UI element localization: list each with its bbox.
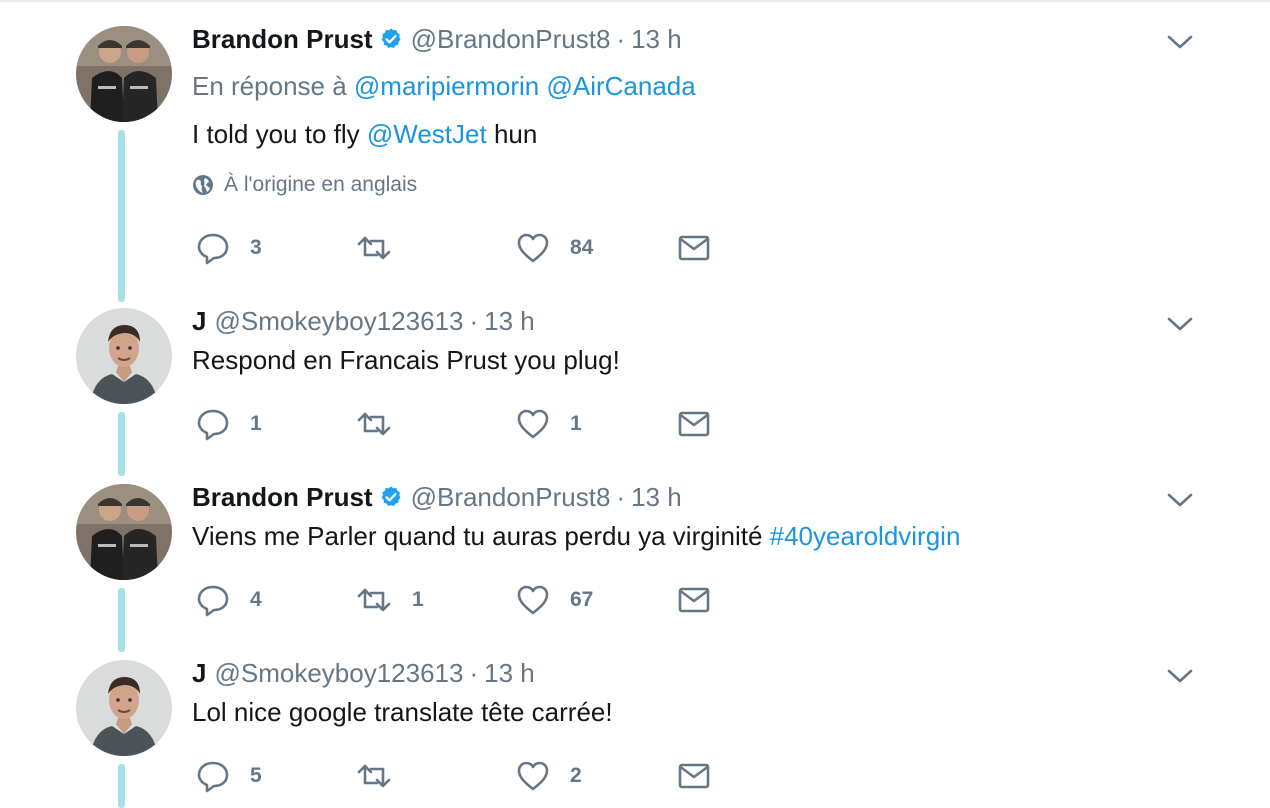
user-name[interactable]: J [192, 306, 206, 337]
direct-message-button[interactable] [678, 228, 710, 268]
verified-badge-icon [381, 486, 401, 506]
separator-dot: · [469, 657, 479, 688]
user-name[interactable]: Brandon Prust [192, 482, 373, 513]
tweet-text-part: hun [486, 119, 538, 149]
tweet-header: Brandon Prust @BrandonPrust8 · 13 h [192, 481, 682, 513]
user-handle[interactable]: @BrandonPrust8 [411, 482, 611, 513]
globe-icon [193, 175, 213, 195]
user-name[interactable]: J [192, 658, 206, 689]
tweet-text: Lol nice google translate tête carrée! [192, 697, 613, 727]
thread-line [118, 130, 125, 302]
direct-message-button[interactable] [678, 580, 710, 620]
thread-line [118, 412, 125, 476]
thread-line [118, 764, 125, 808]
like-count: 84 [570, 236, 594, 259]
retweet-button[interactable] [356, 756, 412, 796]
retweet-button[interactable] [356, 404, 412, 444]
like-button[interactable]: 84 [516, 228, 593, 268]
tweet-actions: 3 84 [192, 228, 732, 268]
heart-icon [517, 761, 549, 791]
reply-count: 4 [250, 588, 262, 611]
envelope-icon [678, 587, 710, 613]
chevron-down-icon[interactable] [1166, 490, 1194, 510]
avatar[interactable] [76, 660, 172, 756]
mention-link[interactable]: @WestJet [367, 119, 487, 149]
tweet-header: J @Smokeyboy123613 · 13 h [192, 657, 535, 689]
reply-count: 5 [250, 764, 262, 787]
mention-link[interactable]: @maripiermorin [354, 71, 539, 101]
reply-icon [197, 409, 229, 441]
like-button[interactable]: 2 [516, 756, 582, 796]
avatar[interactable] [76, 308, 172, 404]
direct-message-button[interactable] [678, 404, 710, 444]
chevron-down-icon[interactable] [1166, 666, 1194, 686]
like-count: 67 [570, 588, 594, 611]
timestamp[interactable]: 13 h [484, 658, 535, 689]
like-count: 1 [570, 412, 582, 435]
tweet-actions: 5 2 [192, 756, 732, 796]
reply-button[interactable]: 3 [196, 228, 262, 268]
heart-icon [517, 233, 549, 263]
retweet-icon [357, 764, 391, 788]
timestamp[interactable]: 13 h [631, 24, 682, 55]
reply-icon [197, 585, 229, 617]
heart-icon [517, 409, 549, 439]
reply-button[interactable]: 1 [196, 404, 262, 444]
retweet-button[interactable]: 1 [356, 580, 424, 620]
like-button[interactable]: 67 [516, 580, 593, 620]
retweet-icon [357, 236, 391, 260]
separator-dot: · [616, 23, 626, 54]
thread-line [118, 588, 125, 652]
mention-link[interactable]: @AirCanada [546, 71, 695, 101]
user-handle[interactable]: @Smokeyboy123613 [214, 658, 463, 689]
tweet-text: Respond en Francais Prust you plug! [192, 345, 620, 375]
envelope-icon [678, 763, 710, 789]
tweet-actions: 1 1 [192, 404, 732, 444]
top-divider [0, 0, 1270, 2]
separator-dot: · [616, 481, 626, 512]
reply-icon [197, 761, 229, 793]
timestamp[interactable]: 13 h [631, 482, 682, 513]
timestamp[interactable]: 13 h [484, 306, 535, 337]
reply-prefix: En réponse à [192, 71, 347, 101]
user-handle[interactable]: @BrandonPrust8 [411, 24, 611, 55]
like-button[interactable]: 1 [516, 404, 582, 444]
reply-count: 3 [250, 236, 262, 259]
tweet-header: J @Smokeyboy123613 · 13 h [192, 305, 535, 337]
chevron-down-icon[interactable] [1166, 32, 1194, 52]
tweet-header: Brandon Prust @BrandonPrust8 · 13 h [192, 23, 682, 55]
retweet-icon [357, 588, 391, 612]
hashtag-link[interactable]: #40yearoldvirgin [770, 521, 961, 551]
retweet-count: 1 [412, 588, 424, 611]
reply-button[interactable]: 5 [196, 756, 262, 796]
envelope-icon [678, 411, 710, 437]
avatar[interactable] [76, 26, 172, 122]
retweet-icon [357, 412, 391, 436]
translation-label: À l'origine en anglais [224, 173, 418, 196]
tweet-text-part: Viens me Parler quand tu auras perdu ya … [192, 521, 770, 551]
verified-badge-icon [381, 28, 401, 48]
user-handle[interactable]: @Smokeyboy123613 [214, 306, 463, 337]
separator-dot: · [469, 305, 479, 336]
reply-context: En réponse à @maripiermorin @AirCanada [192, 71, 696, 102]
tweet-actions: 4 1 67 [192, 580, 732, 620]
reply-icon [197, 233, 229, 265]
retweet-button[interactable] [356, 228, 412, 268]
direct-message-button[interactable] [678, 756, 710, 796]
chevron-down-icon[interactable] [1166, 314, 1194, 334]
tweet-text: Viens me Parler quand tu auras perdu ya … [192, 521, 960, 552]
like-count: 2 [570, 764, 582, 787]
tweet-text-part: I told you to fly [192, 119, 367, 149]
user-name[interactable]: Brandon Prust [192, 24, 373, 55]
envelope-icon [678, 235, 710, 261]
tweet-text: I told you to fly @WestJet hun [192, 119, 537, 150]
reply-count: 1 [250, 412, 262, 435]
heart-icon [517, 585, 549, 615]
reply-button[interactable]: 4 [196, 580, 262, 620]
translation-note[interactable]: À l'origine en anglais [192, 173, 417, 197]
avatar[interactable] [76, 484, 172, 580]
